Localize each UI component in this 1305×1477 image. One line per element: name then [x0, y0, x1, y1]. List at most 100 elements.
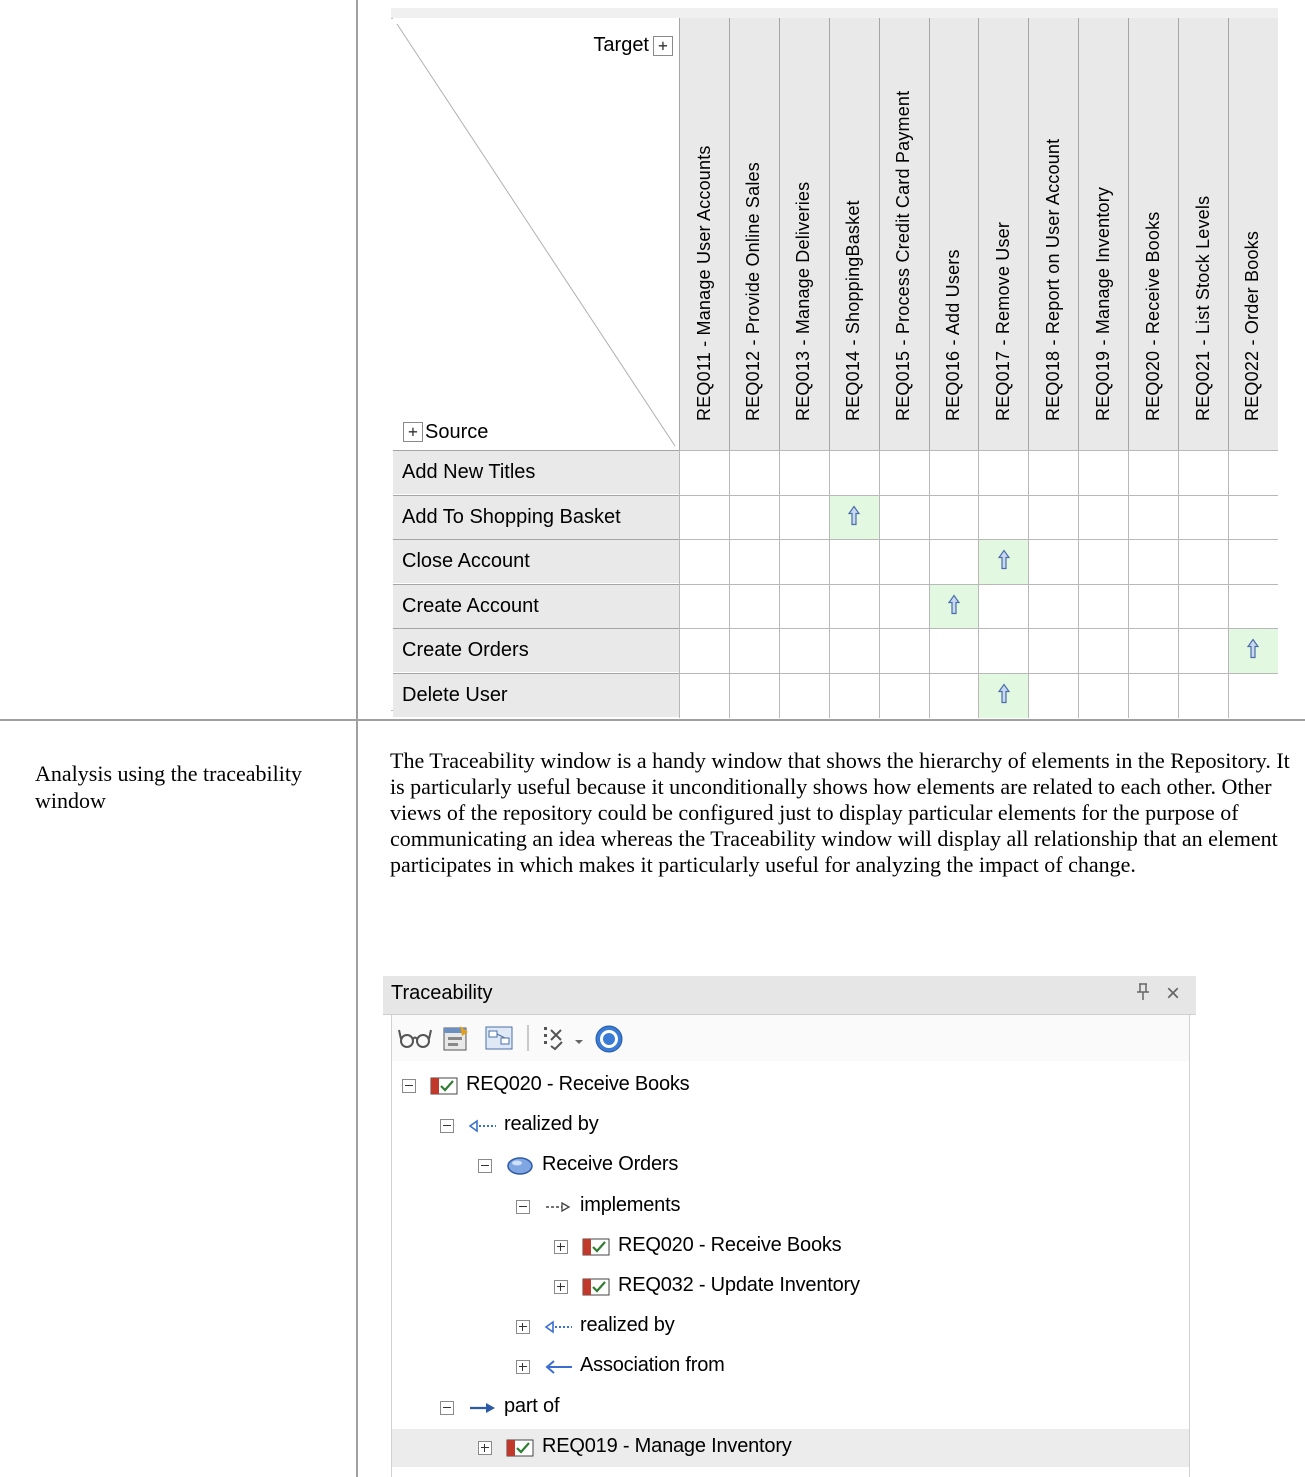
matrix-cell[interactable] [878, 628, 929, 673]
matrix-column-header[interactable]: REQ018 - Report on User Account [1028, 18, 1079, 450]
matrix-cell[interactable] [828, 628, 879, 673]
collapse-icon[interactable] [402, 1079, 416, 1093]
matrix-cell[interactable] [778, 539, 829, 584]
matrix-cell[interactable] [828, 583, 879, 629]
expand-icon[interactable] [554, 1239, 568, 1254]
matrix-cell[interactable] [1078, 628, 1129, 673]
matrix-cell[interactable] [978, 672, 1029, 718]
matrix-cell[interactable] [1227, 494, 1278, 540]
matrix-cell[interactable] [878, 450, 929, 495]
matrix-cell[interactable] [1227, 628, 1278, 673]
matrix-column-header[interactable]: REQ011 - Manage User Accounts [679, 18, 729, 450]
matrix-column-header[interactable]: REQ020 - Receive Books [1128, 18, 1179, 450]
matrix-cell[interactable] [778, 628, 829, 673]
matrix-cell[interactable] [878, 494, 929, 540]
matrix-cell[interactable] [1178, 539, 1228, 584]
matrix-cell[interactable] [1078, 672, 1129, 718]
matrix-cell[interactable] [1128, 628, 1179, 673]
matrix-column-header[interactable]: REQ017 - Remove User [978, 18, 1029, 450]
matrix-cell[interactable] [679, 583, 729, 629]
matrix-cell[interactable] [978, 450, 1029, 495]
matrix-cell[interactable] [828, 672, 879, 718]
matrix-cell[interactable] [1028, 494, 1079, 540]
matrix-cell[interactable] [1227, 539, 1278, 584]
tree-node[interactable]: part of [392, 1389, 1189, 1427]
source-expand-button[interactable]: + [403, 422, 423, 442]
matrix-cell[interactable] [1128, 494, 1179, 540]
matrix-cell[interactable] [1178, 494, 1228, 540]
matrix-cell[interactable] [1227, 672, 1278, 718]
matrix-cell[interactable] [878, 672, 929, 718]
diagram-icon[interactable] [484, 1024, 514, 1057]
collapse-icon[interactable] [440, 1119, 454, 1134]
matrix-cell[interactable] [1028, 583, 1079, 629]
matrix-cell[interactable] [728, 450, 779, 495]
matrix-cell[interactable] [728, 539, 779, 584]
matrix-cell[interactable] [978, 628, 1029, 673]
expand-icon[interactable] [516, 1320, 530, 1335]
tree-node[interactable]: REQ020 - Receive Books [392, 1067, 1189, 1105]
tree-node[interactable]: REQ032 - Update Inventory [392, 1268, 1189, 1306]
matrix-cell[interactable] [928, 450, 979, 495]
tree-node[interactable]: realized by [392, 1308, 1189, 1346]
matrix-cell[interactable] [1078, 494, 1129, 540]
tree-node[interactable]: Receive Orders [392, 1147, 1189, 1185]
matrix-cell[interactable] [679, 628, 729, 673]
matrix-column-header[interactable]: REQ022 - Order Books [1227, 18, 1278, 450]
matrix-cell[interactable] [928, 583, 979, 629]
matrix-cell[interactable] [1078, 583, 1129, 629]
expand-icon[interactable] [478, 1440, 492, 1455]
tree-node[interactable]: realized by [392, 1107, 1189, 1145]
matrix-row-header[interactable]: Create Account [393, 583, 679, 628]
pin-icon[interactable] [1136, 983, 1150, 1006]
matrix-cell[interactable] [728, 583, 779, 629]
matrix-column-header[interactable]: REQ012 - Provide Online Sales [728, 18, 779, 450]
matrix-cell[interactable] [1227, 450, 1278, 495]
matrix-cell[interactable] [679, 450, 729, 495]
matrix-cell[interactable] [679, 539, 729, 584]
matrix-cell[interactable] [1178, 583, 1228, 629]
matrix-cell[interactable] [1028, 450, 1079, 495]
matrix-row-header[interactable]: Add New Titles [393, 450, 679, 494]
tree-node[interactable]: REQ020 - Receive Books [392, 1228, 1189, 1266]
matrix-cell[interactable] [978, 494, 1029, 540]
matrix-cell[interactable] [778, 583, 829, 629]
matrix-cell[interactable] [1078, 450, 1129, 495]
collapse-icon[interactable] [516, 1199, 530, 1214]
expand-icon[interactable] [516, 1360, 530, 1375]
expand-icon[interactable] [554, 1280, 568, 1294]
matrix-row-header[interactable]: Delete User [393, 672, 679, 717]
glasses-icon[interactable] [398, 1027, 432, 1054]
matrix-column-header[interactable]: REQ019 - Manage Inventory [1078, 18, 1129, 450]
matrix-cell[interactable] [1178, 628, 1228, 673]
matrix-cell[interactable] [828, 494, 879, 540]
matrix-cell[interactable] [679, 672, 729, 718]
collapse-icon[interactable] [478, 1159, 492, 1174]
matrix-cell[interactable] [778, 672, 829, 718]
matrix-cell[interactable] [978, 583, 1029, 629]
tree-node[interactable]: Association from [392, 1348, 1189, 1386]
matrix-cell[interactable] [928, 494, 979, 540]
matrix-row-header[interactable]: Add To Shopping Basket [393, 494, 679, 539]
matrix-cell[interactable] [1128, 450, 1179, 495]
matrix-cell[interactable] [1128, 583, 1179, 629]
matrix-column-header[interactable]: REQ015 - Process Credit Card Payment [878, 18, 929, 450]
matrix-column-header[interactable]: REQ014 - ShoppingBasket [828, 18, 879, 450]
matrix-cell[interactable] [1078, 539, 1129, 584]
matrix-column-header[interactable]: REQ021 - List Stock Levels [1178, 18, 1228, 450]
close-icon[interactable]: × [1166, 980, 1180, 1008]
matrix-cell[interactable] [728, 672, 779, 718]
matrix-cell[interactable] [728, 494, 779, 540]
matrix-cell[interactable] [878, 539, 929, 584]
filter-icon[interactable] [542, 1025, 566, 1056]
matrix-cell[interactable] [978, 539, 1029, 584]
matrix-cell[interactable] [1028, 672, 1079, 718]
help-icon[interactable] [594, 1024, 624, 1059]
tree-node[interactable]: implements [392, 1188, 1189, 1226]
properties-icon[interactable] [442, 1024, 470, 1057]
matrix-column-header[interactable]: REQ013 - Manage Deliveries [778, 18, 829, 450]
matrix-cell[interactable] [928, 539, 979, 584]
dropdown-icon[interactable] [574, 1033, 584, 1051]
matrix-cell[interactable] [778, 494, 829, 540]
matrix-cell[interactable] [728, 628, 779, 673]
